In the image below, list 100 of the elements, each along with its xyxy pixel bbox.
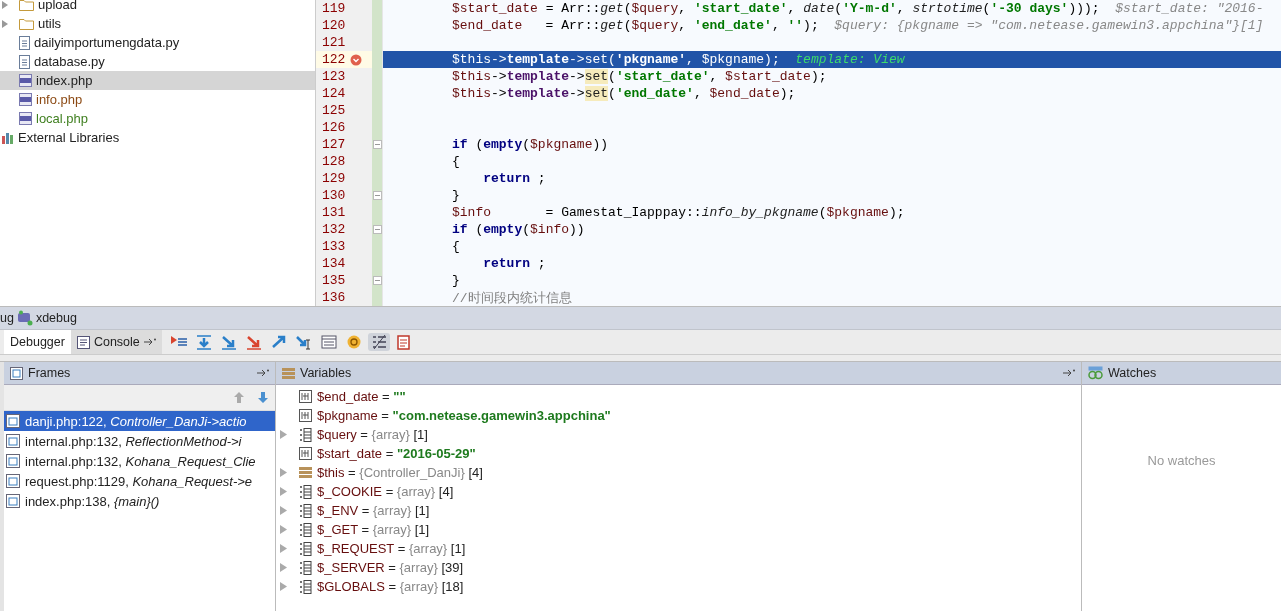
- line-number: 127: [322, 137, 347, 152]
- expand-arrow-icon[interactable]: [280, 525, 287, 534]
- frame-icon: [6, 474, 20, 488]
- frame-icon: [6, 434, 20, 448]
- frame-icon: [6, 414, 20, 428]
- frame-icon: [6, 494, 20, 508]
- array-icon: [299, 560, 312, 575]
- expand-arrow-icon[interactable]: [2, 0, 9, 9]
- line-number: 131: [322, 205, 347, 220]
- pin-arrow-icon[interactable]: [1063, 369, 1075, 377]
- line-number: 133: [322, 239, 347, 254]
- variable-entry[interactable]: $_COOKIE = {array} [4]: [317, 484, 454, 499]
- code-line: $info = Gamestat_Iapppay::info_by_pkgname($pkgname);: [452, 205, 905, 220]
- tree-item[interactable]: dailyimportumengdata.py: [0, 33, 315, 52]
- expand-arrow-icon[interactable]: [280, 506, 287, 515]
- array-icon: [299, 484, 312, 499]
- string-value-icon: [299, 390, 312, 403]
- line-number: 132: [322, 222, 347, 237]
- line-number: 119: [322, 1, 347, 16]
- array-icon: [299, 541, 312, 556]
- expand-arrow-icon[interactable]: [280, 430, 287, 439]
- tree-item[interactable]: info.php: [0, 90, 315, 109]
- object-icon: [299, 466, 312, 479]
- stack-frame[interactable]: danji.php:122, Controller_DanJi->actio: [4, 411, 275, 431]
- expand-arrow-icon[interactable]: [280, 563, 287, 572]
- line-number: 123: [322, 69, 347, 84]
- breakpoint-icon[interactable]: [350, 53, 362, 66]
- frame-label: internal.php:132, ReflectionMethod->i: [25, 433, 242, 449]
- string-value-icon: [299, 447, 312, 460]
- frame-icon: [6, 454, 20, 468]
- variable-entry[interactable]: $_SERVER = {array} [39]: [317, 560, 464, 575]
- frames-icon: [10, 366, 23, 380]
- php-file-icon: [19, 112, 32, 125]
- console-icon: [76, 335, 90, 349]
- variables-icon: [282, 366, 295, 380]
- line-number: 126: [322, 120, 347, 135]
- code-line: $this->template->set('end_date', $end_date);: [452, 86, 796, 101]
- code-line: }: [452, 273, 460, 288]
- php-debug-icon: [16, 310, 33, 326]
- toggle-values-icon[interactable]: [367, 333, 390, 351]
- tree-item[interactable]: index.php: [0, 71, 315, 90]
- watches-icon: [1088, 366, 1103, 380]
- fold-marker-icon[interactable]: [372, 140, 382, 149]
- expand-arrow-icon[interactable]: [280, 487, 287, 496]
- php-file-icon: [19, 93, 32, 106]
- stack-frame[interactable]: index.php:138, {main}(): [4, 491, 275, 511]
- code-line: if (empty($info)): [452, 222, 585, 237]
- line-number: 121: [322, 35, 347, 50]
- variable-entry[interactable]: $query = {array} [1]: [317, 427, 428, 442]
- variable-entry[interactable]: $pkgname = "com.netease.gamewin3.appchina": [317, 408, 611, 423]
- variable-entry[interactable]: $GLOBALS = {array} [18]: [317, 579, 464, 594]
- line-number: 122: [322, 52, 347, 67]
- file-icon: [19, 54, 30, 69]
- variable-entry[interactable]: $this = {Controller_DanJi} [4]: [317, 465, 483, 480]
- tab[interactable]: Debugger: [4, 330, 71, 354]
- code-line: $this->template->set('pkgname', $pkgname); template: View: [452, 52, 905, 67]
- stack-frame[interactable]: internal.php:132, Kohana_Request_Clie: [4, 451, 275, 471]
- variable-entry[interactable]: $start_date = "2016-05-29": [317, 446, 476, 461]
- panel-title: Frames: [28, 366, 71, 380]
- pin-arrow-icon[interactable]: [143, 338, 156, 346]
- tab[interactable]: Console: [70, 330, 162, 354]
- fold-marker-icon[interactable]: [372, 225, 382, 234]
- empty-state-text: No watches: [1147, 453, 1216, 469]
- tree-item[interactable]: database.py: [0, 52, 315, 71]
- code-line: }: [452, 188, 460, 203]
- fold-marker-icon[interactable]: [372, 276, 382, 285]
- frame-label: danji.php:122, Controller_DanJi->actio: [25, 413, 247, 429]
- line-number: 135: [322, 273, 347, 288]
- array-icon: [299, 579, 312, 594]
- up-arrow-icon[interactable]: [233, 391, 245, 404]
- tree-item[interactable]: External Libraries: [0, 128, 315, 147]
- stack-frame[interactable]: request.php:1129, Kohana_Request->e: [4, 471, 275, 491]
- variable-entry[interactable]: $_REQUEST = {array} [1]: [317, 541, 466, 556]
- tree-item[interactable]: utils: [0, 14, 315, 33]
- line-number: 134: [322, 256, 347, 271]
- line-number: 128: [322, 154, 347, 169]
- folder-icon: [19, 17, 34, 30]
- tree-item[interactable]: local.php: [0, 109, 315, 128]
- variable-entry[interactable]: $_GET = {array} [1]: [317, 522, 430, 537]
- line-number: 130: [322, 188, 347, 203]
- down-arrow-icon[interactable]: [257, 391, 269, 404]
- fold-marker-icon[interactable]: [372, 191, 382, 200]
- stack-frame[interactable]: internal.php:132, ReflectionMethod->i: [4, 431, 275, 451]
- expand-arrow-icon[interactable]: [280, 468, 287, 477]
- array-icon: [299, 427, 312, 442]
- line-number: 129: [322, 171, 347, 186]
- line-number: 120: [322, 18, 347, 33]
- code-line: $start_date = Arr::get($query, 'start_date', date('Y-m-d', strtotime('-30 days'))); $start_date: "2016-: [452, 1, 1264, 16]
- expand-arrow-icon[interactable]: [280, 582, 287, 591]
- expand-arrow-icon[interactable]: [280, 544, 287, 553]
- tree-item[interactable]: upload: [0, 0, 315, 14]
- code-line: $this->template->set('start_date', $start_date);: [452, 69, 827, 84]
- variable-entry[interactable]: $end_date = "": [317, 389, 406, 404]
- panel-title: Watches: [1108, 366, 1157, 380]
- pin-arrow-icon[interactable]: [257, 369, 269, 377]
- code-line: {: [452, 154, 460, 169]
- variable-entry[interactable]: $_ENV = {array} [1]: [317, 503, 430, 518]
- code-line: return ;: [482, 256, 546, 271]
- panel-title: Variables: [300, 366, 352, 380]
- expand-arrow-icon[interactable]: [2, 19, 9, 28]
